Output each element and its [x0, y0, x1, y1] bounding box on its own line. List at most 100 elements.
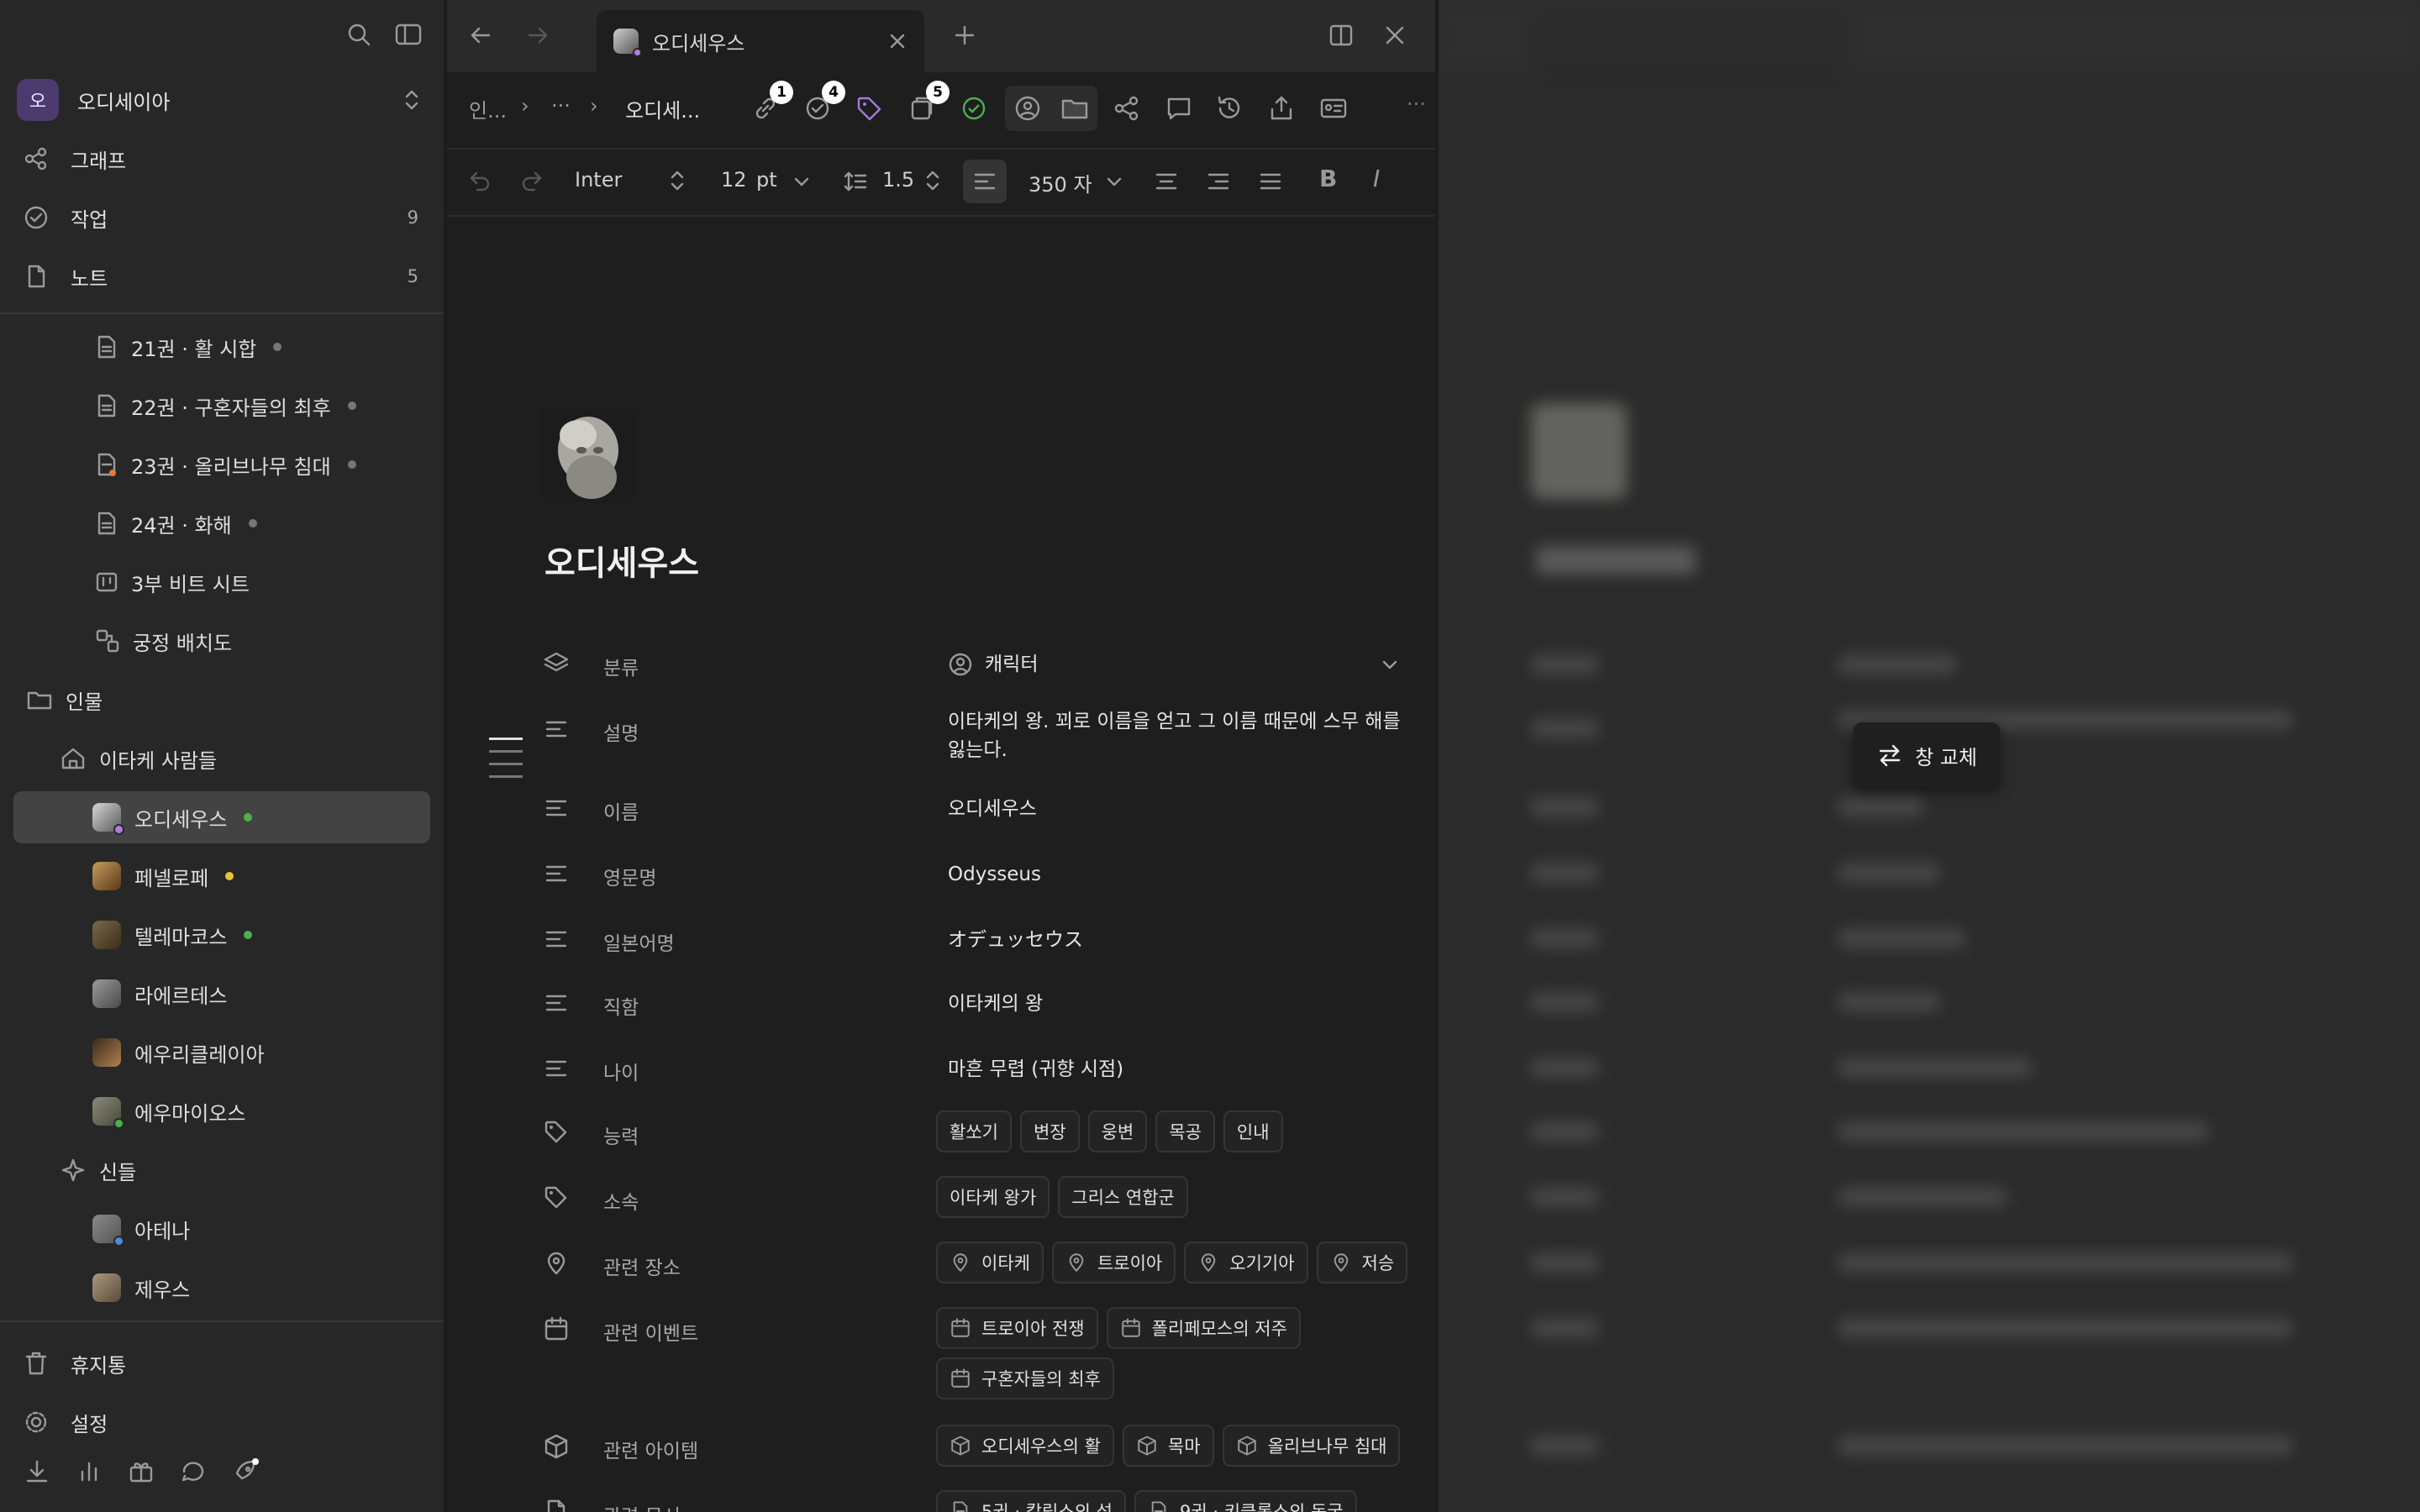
settings-button[interactable]: 설정 — [24, 1401, 418, 1443]
tree-item[interactable]: 아테나 — [13, 1203, 430, 1255]
breadcrumb-current[interactable]: 오디세... — [625, 94, 700, 123]
redo-icon[interactable] — [519, 168, 546, 195]
ability-chip[interactable]: 변장 — [1019, 1110, 1080, 1152]
swap-window-button[interactable]: 창 교체 — [1854, 722, 2000, 788]
graph-icon[interactable] — [1113, 94, 1141, 123]
rocket-icon[interactable] — [232, 1458, 259, 1485]
doc-chip[interactable]: 9권 · 키클롭스의 동굴 — [1134, 1490, 1357, 1512]
download-icon[interactable] — [24, 1458, 50, 1485]
affiliation-chip[interactable]: 이타케 왕가 — [936, 1176, 1050, 1218]
name-value[interactable]: 오디세우스 — [948, 795, 1418, 823]
trash-button[interactable]: 휴지통 — [24, 1342, 418, 1384]
undo-icon[interactable] — [466, 168, 492, 195]
chat-icon[interactable] — [180, 1458, 207, 1485]
breadcrumb-root[interactable]: 인... — [469, 94, 507, 123]
back-arrow-icon[interactable] — [467, 22, 494, 49]
ability-chip[interactable]: 활쏘기 — [936, 1110, 1012, 1152]
share-icon[interactable] — [1267, 94, 1296, 123]
japanese-value[interactable]: オデュッセウス — [948, 926, 1418, 954]
tree-item[interactable]: 22권 · 구혼자들의 최후 — [13, 380, 430, 432]
tree-item[interactable]: 에우리클레이아 — [13, 1026, 430, 1079]
align-right-icon[interactable] — [1205, 168, 1232, 195]
tree-folder[interactable]: 인물 — [13, 674, 430, 726]
item-chip[interactable]: 오디세우스의 활 — [936, 1425, 1114, 1467]
align-left-active[interactable] — [963, 160, 1007, 203]
page-width-value[interactable]: 350 자 — [1028, 168, 1092, 197]
history-icon[interactable] — [1215, 94, 1244, 123]
user-circle-icon[interactable] — [1013, 94, 1042, 123]
tag-icon[interactable] — [855, 94, 884, 123]
tree-item[interactable]: 24권 · 화해 — [13, 497, 430, 549]
page-title[interactable]: 오디세우스 — [544, 536, 699, 585]
tree-item[interactable]: 텔레마코스 — [13, 909, 430, 961]
tree-item[interactable]: 21권 · 활 시합 — [13, 321, 430, 373]
tree-item[interactable]: 23권 · 올리브나무 침대 — [13, 438, 430, 491]
align-justify-icon[interactable] — [1257, 168, 1284, 195]
event-chip[interactable]: 트로이아 전쟁 — [936, 1307, 1098, 1349]
chart-icon[interactable] — [76, 1458, 103, 1485]
bold-icon[interactable]: B — [1319, 165, 1337, 192]
tree-folder[interactable]: 이타케 사람들 — [13, 732, 430, 785]
italic-icon[interactable]: I — [1373, 165, 1380, 192]
align-center-icon[interactable] — [1153, 168, 1180, 195]
line-height-icon[interactable] — [842, 168, 869, 195]
tab-odysseus[interactable]: 오디세우스 — [597, 10, 924, 72]
rank-value[interactable]: 이타케의 왕 — [948, 990, 1418, 1018]
place-chip[interactable]: 트로이아 — [1051, 1242, 1176, 1284]
nav-tasks[interactable]: 작업 9 — [24, 197, 418, 239]
more-icon[interactable]: ··· — [1407, 92, 1426, 116]
search-icon[interactable] — [346, 22, 371, 47]
tree-item-selected[interactable]: 오디세우스 — [13, 791, 430, 843]
workspace-switcher[interactable]: 오 오디세이아 — [17, 79, 422, 121]
affiliation-chip[interactable]: 그리스 연합군 — [1058, 1176, 1188, 1218]
english-value[interactable]: Odysseus — [948, 860, 1418, 889]
nav-graph[interactable]: 그래프 — [24, 138, 418, 180]
text-lines-icon — [545, 865, 567, 882]
font-size-value[interactable]: 12 — [721, 168, 747, 192]
item-chip[interactable]: 올리브나무 침대 — [1222, 1425, 1401, 1467]
line-height-value[interactable]: 1.5 — [882, 168, 914, 192]
chevron-down-icon[interactable] — [792, 171, 812, 192]
nav-notes[interactable]: 노트 5 — [24, 255, 418, 297]
tree-item[interactable]: 궁정 배치도 — [13, 615, 430, 667]
status-done-icon[interactable] — [960, 94, 988, 123]
tree-item[interactable]: 페넬로페 — [13, 850, 430, 902]
sidebar-toggle-icon[interactable] — [395, 22, 422, 47]
tree-folder[interactable]: 신들 — [13, 1144, 430, 1196]
place-chip[interactable]: 오기기아 — [1184, 1242, 1308, 1284]
tag-icon — [544, 1186, 567, 1209]
breadcrumb-ellipsis[interactable]: ··· — [551, 94, 571, 118]
split-view-icon[interactable] — [1328, 22, 1355, 49]
folder-icon[interactable] — [1060, 94, 1089, 123]
id-card-icon[interactable] — [1319, 94, 1348, 123]
font-select[interactable]: Inter — [575, 168, 622, 192]
chevron-updown-icon[interactable] — [923, 168, 943, 193]
tree-item[interactable]: 3부 비트 시트 — [13, 556, 430, 608]
gift-icon[interactable] — [128, 1458, 155, 1485]
close-pane-icon[interactable] — [1383, 24, 1407, 47]
comment-icon[interactable] — [1165, 94, 1193, 123]
event-chip[interactable]: 폴리페모스의 저주 — [1106, 1307, 1301, 1349]
chevron-updown-icon[interactable] — [667, 168, 687, 193]
secondary-pane[interactable]: 창 교체 — [1439, 0, 2420, 1512]
item-chip[interactable]: 목마 — [1122, 1425, 1214, 1467]
doc-chip[interactable]: 5권 · 칼립소의 섬 — [936, 1490, 1126, 1512]
close-icon[interactable] — [887, 31, 908, 51]
place-chip[interactable]: 저승 — [1316, 1242, 1408, 1284]
age-value[interactable]: 마흔 무렵 (귀향 시점) — [948, 1055, 1418, 1084]
outline-indicator[interactable] — [489, 738, 523, 788]
tree-item[interactable]: 제우스 — [13, 1262, 430, 1314]
description-value[interactable]: 이타케의 왕. 꾀로 이름을 얻고 그 이름 때문에 스무 해를 잃는다. — [948, 707, 1402, 764]
forward-arrow-icon[interactable] — [524, 22, 551, 49]
ability-chip[interactable]: 인내 — [1223, 1110, 1283, 1152]
ability-chip[interactable]: 웅변 — [1087, 1110, 1148, 1152]
place-chip[interactable]: 이타케 — [936, 1242, 1044, 1284]
event-chip[interactable]: 구혼자들의 최후 — [936, 1357, 1114, 1399]
tree-item[interactable]: 에우마이오스 — [13, 1085, 430, 1137]
ability-chip[interactable]: 목공 — [1155, 1110, 1215, 1152]
home-icon — [61, 748, 85, 769]
chevron-down-icon[interactable] — [1104, 171, 1124, 192]
plus-icon[interactable] — [951, 22, 978, 49]
category-select[interactable]: 캐릭터 — [948, 650, 1418, 679]
tree-item[interactable]: 라에르테스 — [13, 968, 430, 1020]
